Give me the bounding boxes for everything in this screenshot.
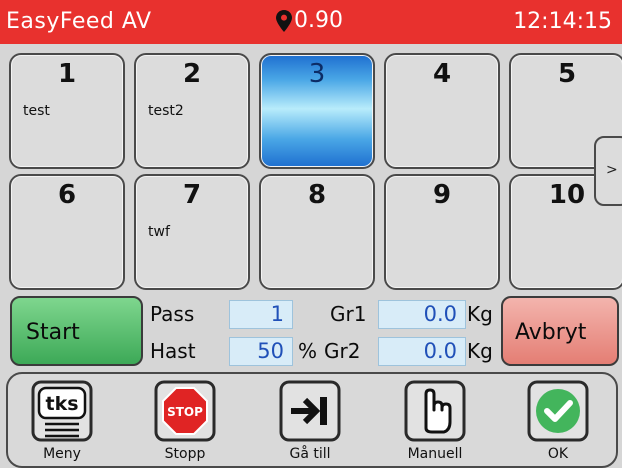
pass-field[interactable]: 1 bbox=[229, 300, 293, 329]
menu-button[interactable]: tks bbox=[31, 380, 93, 442]
next-page-button[interactable]: > bbox=[594, 136, 622, 206]
feed-tile-6[interactable]: 6 bbox=[9, 174, 125, 290]
start-button-label: Start bbox=[26, 320, 80, 345]
menu-label: Meny bbox=[43, 446, 81, 462]
checkmark-icon bbox=[527, 380, 589, 442]
menu-logo-text: tks bbox=[45, 393, 78, 415]
tile-number: 4 bbox=[432, 59, 452, 89]
clock: 12:14:15 bbox=[513, 9, 612, 34]
tile-label: twf bbox=[148, 224, 170, 240]
tile-number: 2 bbox=[182, 59, 202, 89]
speed-field[interactable]: 50 bbox=[229, 337, 293, 366]
menu-icon: tks bbox=[31, 380, 93, 442]
speed-unit: % bbox=[298, 339, 318, 363]
feed-tile-2[interactable]: 2 test2 bbox=[134, 53, 250, 169]
feed-tile-3[interactable]: 3 bbox=[259, 53, 375, 169]
feed-tile-4[interactable]: 4 bbox=[384, 53, 500, 169]
tile-label: test2 bbox=[148, 103, 184, 119]
gr1-weight-field[interactable]: 0.0 bbox=[378, 300, 466, 329]
stop-label: Stopp bbox=[164, 446, 206, 462]
gr1-weight-unit: Kg bbox=[467, 302, 493, 326]
ok-button[interactable] bbox=[527, 380, 589, 442]
location-pin-icon bbox=[276, 9, 292, 32]
gr1-label: Gr1 bbox=[330, 302, 367, 326]
chevron-right-icon: > bbox=[606, 162, 618, 178]
stop-sign-text: STOP bbox=[167, 405, 203, 419]
ok-label: OK bbox=[547, 446, 569, 462]
app-title: EasyFeed AV bbox=[6, 9, 152, 34]
goto-label: Gå till bbox=[289, 446, 331, 462]
feed-tile-9[interactable]: 9 bbox=[384, 174, 500, 290]
start-button[interactable]: Start bbox=[10, 296, 143, 366]
tile-number: 1 bbox=[57, 59, 77, 89]
feed-tile-8[interactable]: 8 bbox=[259, 174, 375, 290]
gr2-weight-field[interactable]: 0.0 bbox=[378, 337, 466, 366]
speed-label: Hast bbox=[150, 339, 196, 363]
tile-number: 9 bbox=[432, 180, 452, 210]
goto-button[interactable] bbox=[279, 380, 341, 442]
feed-tile-1[interactable]: 1 test bbox=[9, 53, 125, 169]
tile-number: 7 bbox=[182, 180, 202, 210]
tile-number: 5 bbox=[557, 59, 577, 89]
location-value: 0.90 bbox=[294, 8, 343, 33]
stop-sign-icon: STOP bbox=[154, 380, 216, 442]
manual-button[interactable] bbox=[404, 380, 466, 442]
manual-label: Manuell bbox=[407, 446, 463, 462]
tile-number: 3 bbox=[308, 59, 326, 89]
gr2-weight-unit: Kg bbox=[467, 339, 493, 363]
location-indicator: 0.90 bbox=[276, 8, 343, 33]
hand-pointer-icon bbox=[404, 380, 466, 442]
tile-number: 8 bbox=[307, 180, 327, 210]
pass-label: Pass bbox=[150, 302, 195, 326]
tile-number: 6 bbox=[57, 180, 77, 210]
title-bar: EasyFeed AV 0.90 12:14:15 bbox=[0, 0, 622, 44]
stop-button[interactable]: STOP bbox=[154, 380, 216, 442]
abort-button-label: Avbryt bbox=[515, 320, 587, 345]
feed-tile-7[interactable]: 7 twf bbox=[134, 174, 250, 290]
skip-to-icon bbox=[279, 380, 341, 442]
gr2-label: Gr2 bbox=[324, 339, 361, 363]
tile-label: test bbox=[23, 103, 50, 119]
abort-button[interactable]: Avbryt bbox=[501, 296, 619, 366]
